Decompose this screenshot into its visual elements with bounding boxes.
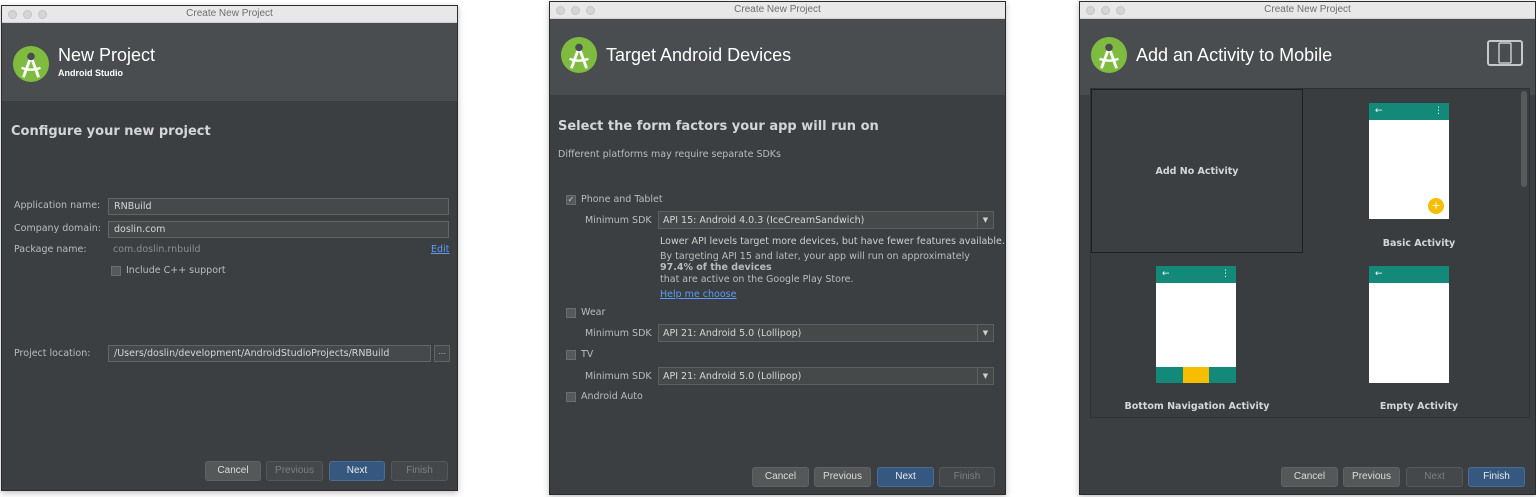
header-title: New Project	[58, 45, 156, 65]
header-title: Add an Activity to Mobile	[1136, 45, 1333, 65]
app-bar: ← ⋮	[1369, 103, 1449, 120]
phone-min-sdk-dropdown[interactable]: API 15: Android 4.0.3 (IceCreamSandwich)…	[658, 211, 994, 229]
dropdown-arrow-icon: ▼	[977, 325, 993, 341]
browse-button[interactable]: ...	[434, 345, 450, 362]
app-name-field[interactable]: RNBuild	[108, 198, 449, 215]
device-form-factor-icon	[1487, 40, 1523, 66]
gallery-scrollbar[interactable]	[1521, 91, 1527, 187]
section-title: Select the form factors your app will ru…	[558, 119, 879, 134]
finish-button[interactable]: Finish	[939, 467, 995, 487]
header-subtitle: Android Studio	[58, 68, 123, 78]
android-studio-logo-icon	[1090, 36, 1128, 74]
section-subtitle: Different platforms may require separate…	[558, 149, 781, 160]
package-name-label: Package name:	[14, 244, 87, 255]
bottom-navigation-bar	[1156, 367, 1236, 383]
bottom-nav-selected-item	[1183, 367, 1209, 383]
android-studio-logo-icon	[560, 36, 598, 74]
overflow-menu-icon: ⋮	[1221, 269, 1230, 279]
tv-min-sdk-value: API 21: Android 5.0 (Lollipop)	[663, 371, 802, 382]
sdk-info-line: By targeting API 15 and later, your app …	[660, 251, 970, 262]
help-me-choose-link[interactable]: Help me choose	[660, 289, 736, 300]
window-title: Create New Project	[1264, 4, 1351, 15]
sdk-coverage: 97.4% of the devices	[660, 262, 772, 273]
tile-label: Empty Activity	[1379, 401, 1459, 412]
tv-min-sdk-dropdown[interactable]: API 21: Android 5.0 (Lollipop) ▼	[658, 367, 994, 385]
wear-min-sdk-label: Minimum SDK	[585, 328, 652, 339]
fab-add-icon: +	[1428, 198, 1444, 214]
cancel-button[interactable]: Cancel	[1281, 467, 1338, 487]
phone-min-sdk-value: API 15: Android 4.0.3 (IceCreamSandwich)	[663, 215, 865, 226]
project-location-label: Project location:	[14, 348, 91, 359]
previous-button[interactable]: Previous	[266, 461, 323, 481]
title-bar[interactable]: Create New Project	[550, 2, 1005, 19]
bottom-nav-activity-tile[interactable]: ← ⋮ Bottom Navigation Activity	[1091, 259, 1303, 417]
new-project-window: Create New Project New Project Android S…	[1, 5, 458, 491]
phone-min-sdk-label: Minimum SDK	[585, 215, 652, 226]
basic-activity-preview: ← ⋮ +	[1369, 103, 1449, 219]
title-bar[interactable]: Create New Project	[1080, 2, 1535, 19]
dropdown-arrow-icon: ▼	[977, 212, 993, 228]
wear-min-sdk-value: API 21: Android 5.0 (Lollipop)	[663, 328, 802, 339]
dialog-header: Add an Activity to Mobile	[1080, 19, 1535, 95]
section-title: Configure your new project	[11, 124, 211, 139]
edit-package-link[interactable]: Edit	[431, 244, 449, 255]
previous-button[interactable]: Previous	[814, 467, 871, 487]
phone-tablet-checkbox[interactable]: ✓	[566, 195, 576, 205]
no-activity-tile[interactable]: Add No Activity	[1091, 89, 1303, 253]
android-auto-label[interactable]: Android Auto	[581, 391, 643, 402]
overflow-menu-icon: ⋮	[1434, 106, 1443, 116]
android-studio-logo-icon	[12, 45, 50, 83]
android-auto-checkbox[interactable]	[566, 392, 576, 402]
tv-checkbox[interactable]	[566, 350, 576, 360]
bottom-nav-activity-preview: ← ⋮	[1156, 266, 1236, 383]
cpp-support-checkbox[interactable]	[111, 266, 121, 276]
sdk-info-line: Lower API levels target more devices, bu…	[660, 236, 1005, 247]
sdk-info-line: that are active on the Google Play Store…	[660, 274, 854, 285]
company-domain-label: Company domain:	[14, 223, 101, 234]
cpp-support-label[interactable]: Include C++ support	[126, 265, 226, 276]
wear-checkbox[interactable]	[566, 308, 576, 318]
phone-tablet-label[interactable]: Phone and Tablet	[581, 194, 663, 205]
next-button[interactable]: Next	[1406, 467, 1463, 487]
previous-button[interactable]: Previous	[1343, 467, 1400, 487]
wear-label[interactable]: Wear	[581, 307, 605, 318]
cancel-button[interactable]: Cancel	[205, 461, 261, 481]
header-title: Target Android Devices	[606, 45, 792, 65]
back-arrow-icon: ←	[1162, 269, 1170, 279]
finish-button[interactable]: Finish	[391, 461, 448, 481]
tv-label[interactable]: TV	[581, 349, 593, 360]
dialog-header: Target Android Devices	[550, 19, 1005, 95]
back-arrow-icon: ←	[1375, 269, 1383, 279]
tile-label: Add No Activity	[1155, 166, 1239, 177]
wear-min-sdk-dropdown[interactable]: API 21: Android 5.0 (Lollipop) ▼	[658, 324, 994, 342]
dropdown-arrow-icon: ▼	[977, 368, 993, 384]
empty-activity-tile[interactable]: ← Empty Activity	[1313, 259, 1525, 417]
cancel-button[interactable]: Cancel	[752, 467, 809, 487]
app-bar: ←	[1369, 266, 1449, 283]
next-button[interactable]: Next	[329, 461, 385, 481]
next-button[interactable]: Next	[877, 467, 934, 487]
window-title: Create New Project	[734, 4, 821, 15]
activity-gallery[interactable]: Add No Activity ← ⋮ + Basic Activity ← ⋮	[1090, 88, 1530, 418]
basic-activity-tile[interactable]: ← ⋮ + Basic Activity	[1313, 89, 1525, 253]
title-bar[interactable]: Create New Project	[2, 6, 457, 23]
project-location-field[interactable]: /Users/doslin/development/AndroidStudioP…	[108, 345, 431, 362]
tv-min-sdk-label: Minimum SDK	[585, 371, 652, 382]
tile-label: Bottom Navigation Activity	[1124, 401, 1270, 412]
window-title: Create New Project	[186, 8, 273, 19]
app-name-label: Application name:	[14, 200, 101, 211]
package-name-value: com.doslin.rnbuild	[113, 244, 201, 255]
tile-label: Basic Activity	[1382, 238, 1456, 249]
company-domain-field[interactable]: doslin.com	[108, 221, 449, 238]
target-devices-window: Create New Project Target Android Device…	[549, 1, 1006, 495]
back-arrow-icon: ←	[1375, 106, 1383, 116]
finish-button[interactable]: Finish	[1468, 467, 1525, 487]
app-bar: ← ⋮	[1156, 266, 1236, 283]
add-activity-window: Create New Project Add an Activity to Mo…	[1079, 1, 1536, 495]
empty-activity-preview: ←	[1369, 266, 1449, 383]
dialog-header: New Project Android Studio	[2, 23, 457, 101]
